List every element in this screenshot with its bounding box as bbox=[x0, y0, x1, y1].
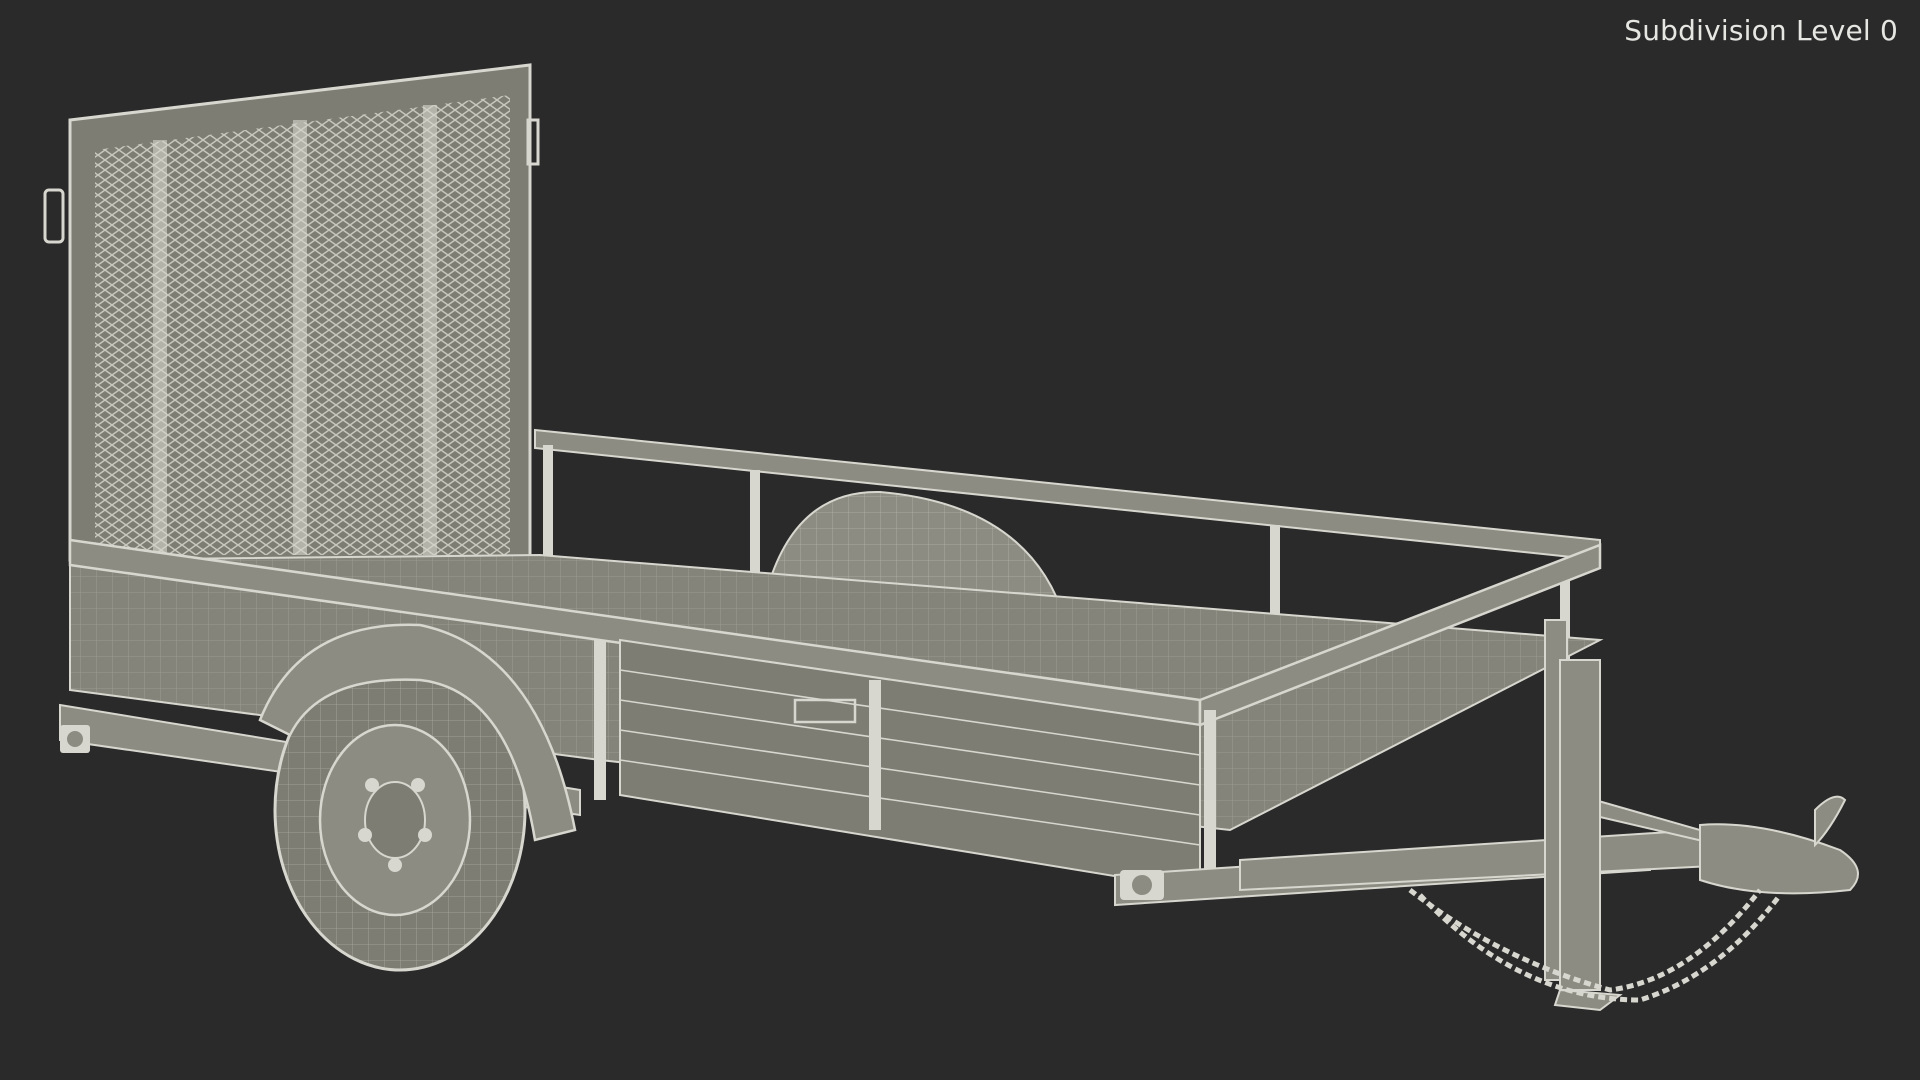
hitch-coupler bbox=[1699, 795, 1859, 895]
rear-ramp-gate bbox=[43, 63, 540, 562]
trailer-wireframe-render bbox=[43, 63, 1859, 1012]
subdivision-level-label: Subdivision Level 0 bbox=[1624, 14, 1898, 47]
3d-viewport[interactable]: Subdivision Level 0 bbox=[0, 0, 1920, 1080]
